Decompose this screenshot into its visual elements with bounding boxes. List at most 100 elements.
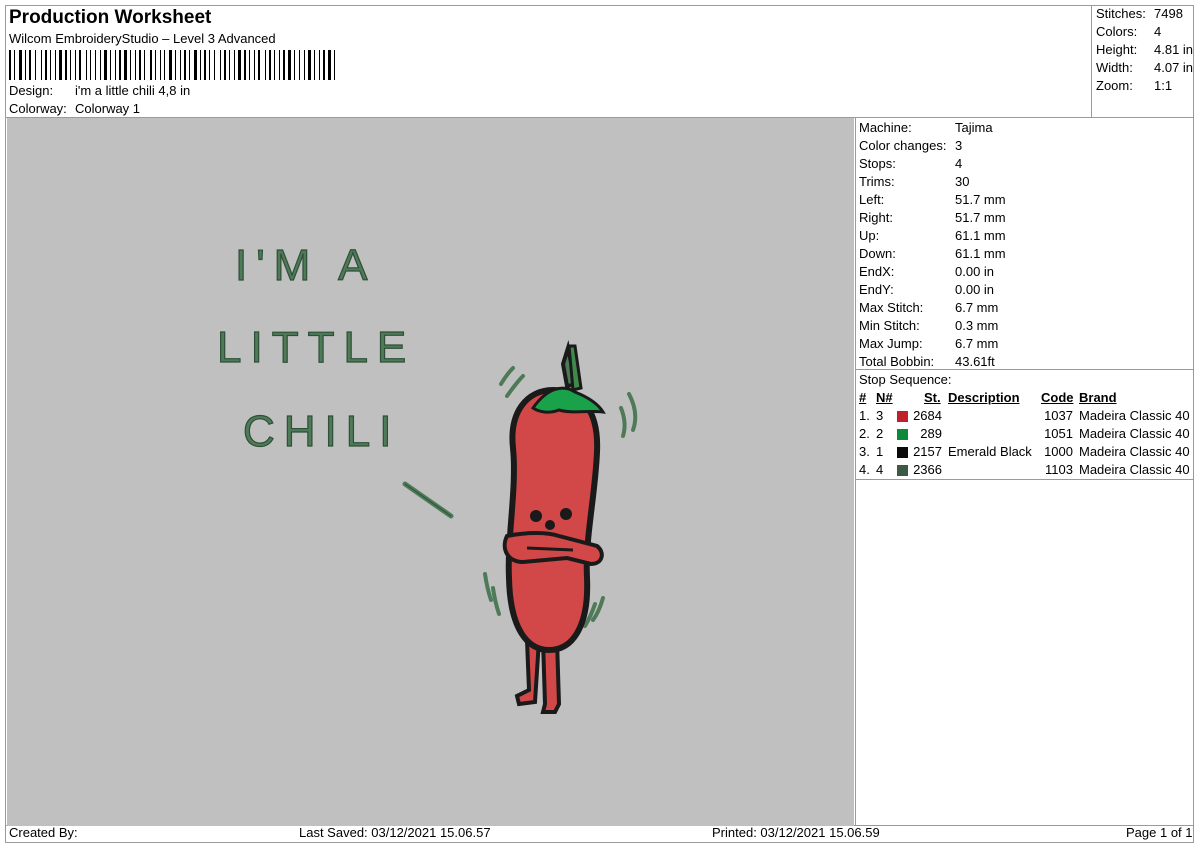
chili-eye-right (560, 508, 572, 520)
barcode-bar (189, 50, 190, 80)
barcode-bar (135, 50, 136, 80)
barcode-bar (160, 50, 161, 80)
barcode-bar (249, 50, 250, 80)
design-label: Design: (9, 83, 54, 98)
barcode-bar (274, 50, 275, 80)
barcode-bar (130, 50, 131, 80)
divider-sidebar (855, 117, 856, 825)
info-value: 0.00 in (955, 264, 995, 279)
barcode-bar (86, 50, 87, 80)
color-swatch (897, 447, 908, 458)
barcode-bar (41, 50, 42, 80)
info-row: Left: 51.7 mm (859, 192, 1006, 207)
barcode-bar (150, 50, 152, 80)
barcode-bar (204, 50, 206, 80)
stop-num: 3. (859, 444, 870, 459)
col-description: Description (948, 390, 1020, 405)
stop-row: 3. 1 2157 Emerald Black 1000 Madeira Classic … (859, 444, 1193, 462)
design-text-line1: I'M A (235, 241, 376, 290)
barcode-bar (90, 50, 91, 80)
barcode-bar (323, 50, 325, 80)
barcode-bar (19, 50, 22, 80)
info-value: 6.7 mm (955, 300, 999, 315)
barcode-bar (104, 50, 107, 80)
barcode-bar (50, 50, 51, 80)
info-value: 61.1 mm (955, 246, 1006, 261)
info-label: Up: (859, 228, 880, 243)
barcode-bar (265, 50, 266, 80)
barcode (9, 50, 381, 80)
barcode-bar (75, 50, 76, 80)
stop-sequence-title: Stop Sequence: (859, 372, 952, 387)
col-code: Code (1041, 390, 1074, 405)
design-text-line2: LITTLE (217, 323, 415, 372)
info-label: Right: (859, 210, 893, 225)
stop-code: 1103 (1045, 462, 1073, 477)
info-label: Left: (859, 192, 885, 207)
design-text-line3: CHILI (243, 407, 400, 456)
barcode-bar (175, 50, 176, 80)
barcode-bar (304, 50, 305, 80)
barcode-bar (70, 50, 71, 80)
barcode-bar (164, 50, 165, 80)
chili-nose (545, 520, 555, 530)
color-swatch (897, 429, 908, 440)
barcode-bar (180, 50, 181, 80)
info-value: 43.61ft (955, 354, 995, 369)
created-by: Created By: (9, 825, 78, 840)
stop-stitches: 2157 (913, 444, 942, 459)
divider-stops (855, 369, 1194, 370)
stop-code: 1037 (1044, 408, 1073, 423)
stop-sequence-header: # N# St. Description Code Brand (859, 390, 1193, 408)
info-label: Trims: (859, 174, 895, 189)
col-num: # (859, 390, 867, 405)
stop-code: 1051 (1044, 426, 1073, 441)
info-row: Max Jump: 6.7 mm (859, 336, 998, 351)
stop-needle: 1 (876, 444, 884, 459)
barcode-bar (238, 50, 241, 80)
info-row: Min Stitch: 0.3 mm (859, 318, 998, 333)
info-row: Max Stitch: 6.7 mm (859, 300, 998, 315)
barcode-bar (220, 50, 221, 80)
chili-body (505, 386, 601, 654)
stop-brand: Madeira Classic 40 (1079, 408, 1190, 423)
chili-eye-left (530, 510, 542, 522)
barcode-bar (314, 50, 315, 80)
col-brand: Brand (1079, 390, 1117, 405)
barcode-bar (65, 50, 67, 80)
barcode-bar (209, 50, 210, 80)
info-row: EndY: 0.00 in (859, 282, 994, 297)
summary-row: Stitches: 7498 (1096, 6, 1196, 21)
info-row: Machine: Tajima (859, 120, 993, 135)
barcode-bar (55, 50, 56, 80)
summary-label: Height: (1096, 42, 1138, 57)
info-value: 30 (955, 174, 970, 189)
info-label: Down: (859, 246, 896, 261)
barcode-bar (110, 50, 111, 80)
info-label: Total Bobbin: (859, 354, 935, 369)
barcode-bar (45, 50, 47, 80)
info-row: Up: 61.1 mm (859, 228, 1006, 243)
barcode-bar (35, 50, 36, 80)
summary-value: 7498 (1154, 6, 1183, 21)
summary-value: 4 (1154, 24, 1162, 39)
info-value: 51.7 mm (955, 192, 1006, 207)
barcode-bar (224, 50, 226, 80)
stop-stitches: 2366 (913, 462, 942, 477)
stop-num: 2. (859, 426, 870, 441)
barcode-bar (200, 50, 201, 80)
summary-value: 4.81 in (1154, 42, 1194, 57)
barcode-bar (79, 50, 81, 80)
barcode-bar (100, 50, 101, 80)
stop-num: 4. (859, 462, 870, 477)
stop-row: 1. 3 2684 1037 Madeira Classic 40 (859, 408, 1193, 426)
barcode-bar (294, 50, 295, 80)
color-swatch (897, 465, 908, 476)
barcode-bar (214, 50, 215, 80)
barcode-bar (155, 50, 156, 80)
info-row: Right: 51.7 mm (859, 210, 1006, 225)
barcode-bar (144, 50, 145, 80)
barcode-bar (244, 50, 246, 80)
stop-needle: 4 (876, 462, 884, 477)
info-value: 0.3 mm (955, 318, 999, 333)
